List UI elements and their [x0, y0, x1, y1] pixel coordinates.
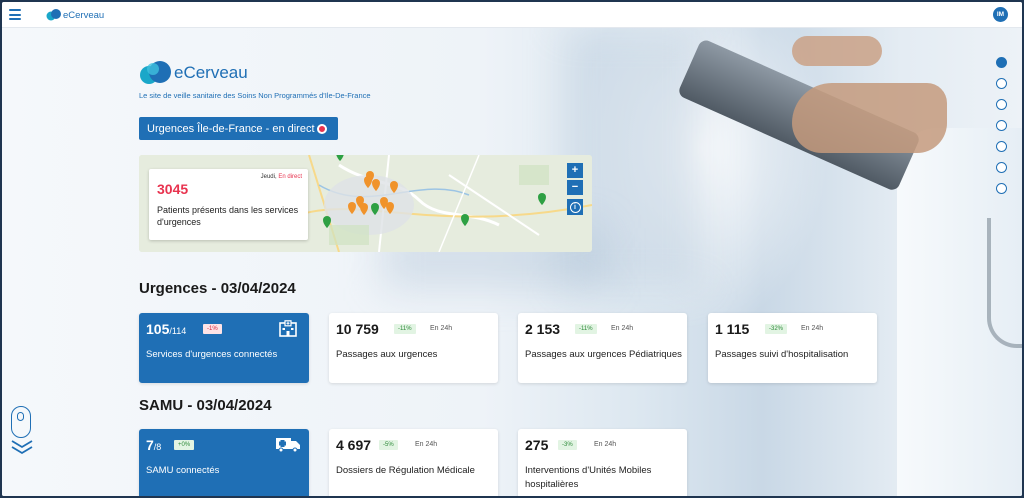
stat-card-services-connectes[interactable]: 105/114 -1% Services d'urgences connecté…: [139, 313, 309, 383]
trend-badge: -5%: [379, 440, 398, 450]
hospital-icon: [279, 320, 297, 342]
mouse-icon: [11, 406, 31, 438]
zoom-out-button[interactable]: −: [567, 180, 583, 195]
stat-period: En 24h: [611, 325, 634, 332]
brain-logo-icon: [140, 61, 171, 84]
top-logo-text: eCerveau: [63, 9, 105, 21]
stat-total: /8: [153, 442, 162, 452]
stat-label: SAMU connectés: [146, 465, 220, 476]
patients-count: 3045: [157, 181, 189, 197]
map-widget[interactable]: Jeudi, En direct 3045 Patients présents …: [139, 155, 592, 252]
stat-period: En 24h: [801, 325, 824, 332]
stat-value: 1 115: [715, 321, 750, 337]
info-icon: i: [569, 201, 581, 213]
section-dot-3[interactable]: [996, 99, 1007, 110]
stat-label: Interventions d'Unités Mobiles hospitali…: [525, 465, 652, 491]
section-dot-2[interactable]: [996, 78, 1007, 89]
urgences-section-title: Urgences - 03/04/2024: [139, 280, 296, 297]
app-window: eCerveau IM eCerveau Le site de veille s…: [2, 2, 1022, 496]
stethoscope-image: [987, 218, 1022, 348]
stat-label: Services d'urgences connectés: [146, 349, 278, 360]
live-button-label: Urgences Île-de-France - en direct: [147, 122, 315, 135]
map-card-status: Jeudi, En direct: [260, 174, 302, 180]
hero-logo: eCerveau: [139, 60, 248, 86]
trend-badge: -3%: [558, 440, 577, 450]
stat-label: Dossiers de Régulation Médicale: [336, 465, 475, 476]
section-dot-6[interactable]: [996, 162, 1007, 173]
stat-card-samu-connectes[interactable]: 7/8 +0% SAMU connectés: [139, 429, 309, 496]
patients-summary-card: Jeudi, En direct 3045 Patients présents …: [149, 169, 308, 240]
stat-card-hospitalisation[interactable]: 1 115 -32% En 24h Passages suivi d'hospi…: [708, 313, 877, 383]
trend-badge: -11%: [394, 324, 416, 334]
trend-badge: -32%: [765, 324, 788, 334]
section-nav-dots: [996, 57, 1007, 204]
stat-value: 7: [146, 437, 154, 453]
patients-description: Patients présents dans les services d'ur…: [157, 205, 299, 228]
hero-brand-name: eCerveau: [174, 63, 248, 82]
stat-total: /114: [169, 326, 187, 336]
stat-card-passages-pediatriques[interactable]: 2 153 -11% En 24h Passages aux urgences …: [518, 313, 687, 383]
trend-badge: -1%: [203, 324, 222, 334]
stat-value: 275: [525, 437, 549, 453]
stat-period: En 24h: [430, 325, 453, 332]
hamburger-menu-icon[interactable]: [9, 9, 21, 20]
stat-label: Passages aux urgences Pédiatriques: [525, 349, 682, 360]
section-dot-5[interactable]: [996, 141, 1007, 152]
live-indicator-icon: [317, 124, 327, 134]
stat-value: 105: [146, 321, 170, 337]
stat-label: Passages suivi d'hospitalisation: [715, 349, 849, 360]
top-bar: eCerveau IM: [2, 2, 1022, 28]
user-avatar[interactable]: IM: [993, 7, 1008, 22]
stat-period: En 24h: [594, 441, 617, 448]
live-urgences-button[interactable]: Urgences Île-de-France - en direct: [139, 117, 338, 140]
stat-label: Passages aux urgences: [336, 349, 438, 360]
trend-badge: -11%: [575, 324, 597, 334]
stat-value: 4 697: [336, 437, 372, 453]
main-content: eCerveau Le site de veille sanitaire des…: [137, 28, 897, 496]
map-zoom-controls: + −: [567, 163, 583, 197]
section-dot-4[interactable]: [996, 120, 1007, 131]
zoom-in-button[interactable]: +: [567, 163, 583, 178]
stat-card-passages[interactable]: 10 759 -11% En 24h Passages aux urgences: [329, 313, 498, 383]
section-dot-7[interactable]: [996, 183, 1007, 194]
stat-card-interventions-umh[interactable]: 275 -3% En 24h Interventions d'Unités Mo…: [518, 429, 687, 496]
stat-value: 2 153: [525, 321, 561, 337]
stat-value: 10 759: [336, 321, 379, 337]
map-info-button[interactable]: i: [567, 199, 583, 215]
scroll-down-indicator[interactable]: [10, 406, 33, 455]
section-dot-1[interactable]: [996, 57, 1007, 68]
samu-section-title: SAMU - 03/04/2024: [139, 397, 272, 414]
top-logo[interactable]: eCerveau: [46, 7, 104, 23]
stat-card-dossiers-regulation[interactable]: 4 697 -5% En 24h Dossiers de Régulation …: [329, 429, 498, 496]
stat-period: En 24h: [415, 441, 438, 448]
trend-badge: +0%: [174, 440, 195, 450]
hero-tagline: Le site de veille sanitaire des Soins No…: [139, 91, 371, 100]
ambulance-icon: [275, 436, 301, 457]
brain-logo-icon: [46, 9, 61, 21]
